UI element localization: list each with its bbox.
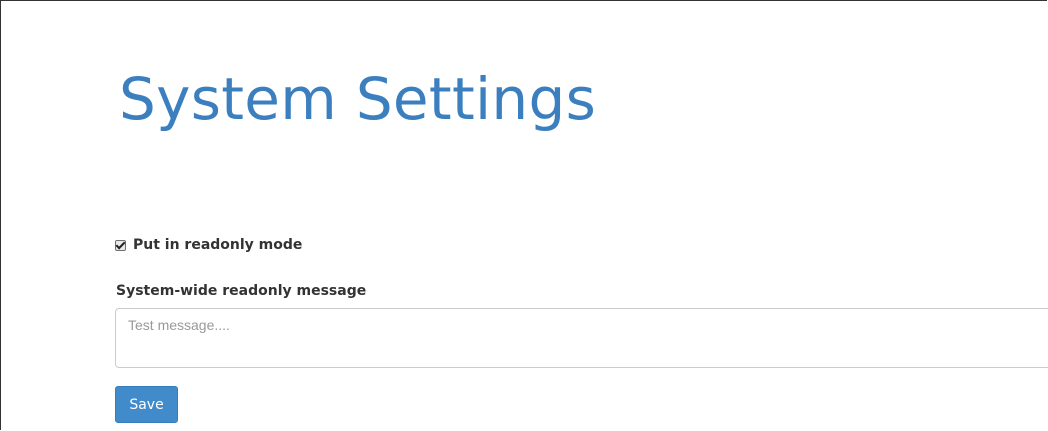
readonly-message-label: System-wide readonly message xyxy=(116,283,367,299)
page-title: System Settings xyxy=(119,65,597,133)
save-button[interactable]: Save xyxy=(115,386,178,423)
readonly-message-textarea[interactable] xyxy=(115,308,1048,368)
readonly-mode-row[interactable]: Put in readonly mode xyxy=(115,235,302,255)
readonly-mode-label[interactable]: Put in readonly mode xyxy=(133,237,302,253)
page-frame: System Settings Put in readonly mode Sys… xyxy=(0,0,1048,430)
readonly-mode-checkbox[interactable] xyxy=(115,239,126,251)
checkmark-icon xyxy=(115,239,126,249)
